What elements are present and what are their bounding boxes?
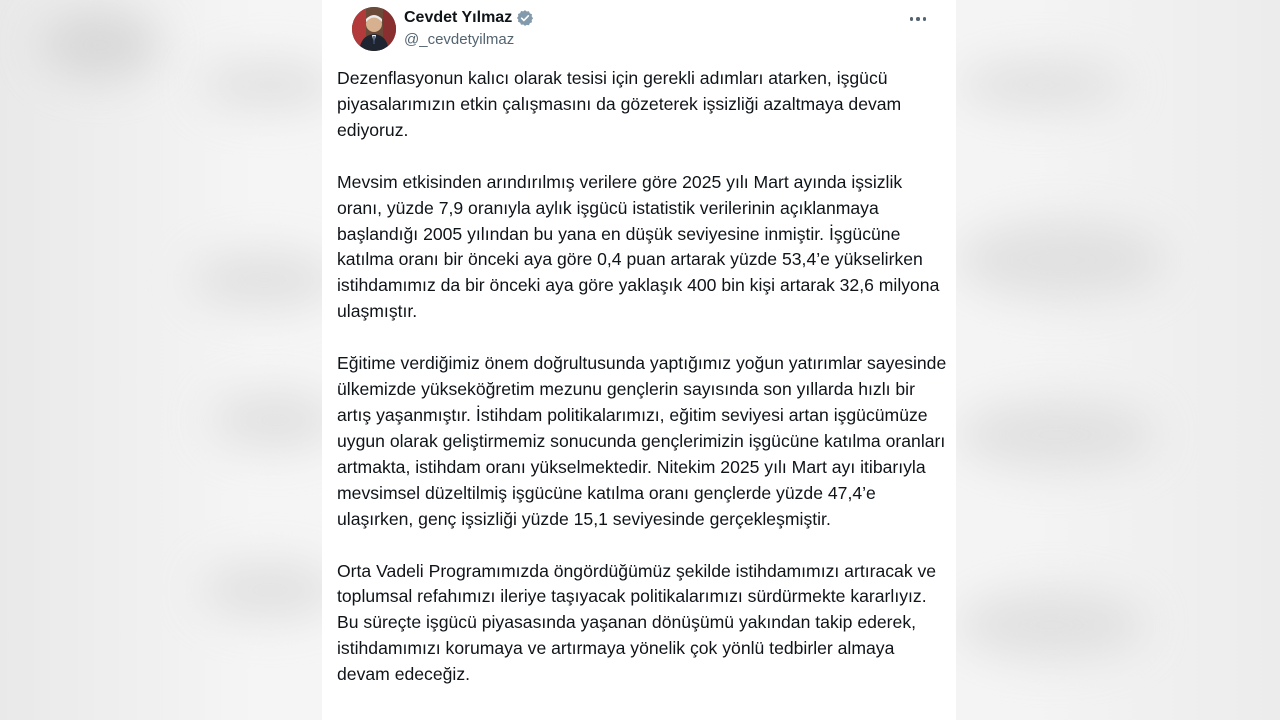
tweet-paragraph-4: Orta Vadeli Programımızda öngördüğümüz ş…	[337, 560, 937, 685]
avatar-portrait-icon	[352, 7, 396, 51]
blurred-background-right	[956, 0, 1280, 720]
tweet-body: Dezenflasyonun kalıcı olarak tesisi için…	[337, 66, 947, 714]
tweet-paragraph-3: Eğitime verdiğimiz önem doğrultusunda ya…	[337, 353, 947, 529]
author-avatar[interactable]	[352, 7, 396, 51]
author-name[interactable]: Cevdet Yılmaz	[404, 9, 512, 27]
tweet-paragraph-1: Dezenflasyonun kalıcı olarak tesisi için…	[337, 68, 902, 140]
author-name-row: Cevdet Yılmaz	[404, 9, 534, 27]
author-handle[interactable]: @_cevdetyilmaz	[404, 31, 514, 48]
more-horizontal-icon[interactable]	[908, 9, 928, 29]
tweet-paragraph-2: Mevsim etkisinden arındırılmış verilere …	[337, 171, 940, 322]
verified-badge-icon	[517, 10, 534, 26]
tweet-header: Cevdet Yılmaz @_cevdetyilmaz	[337, 0, 942, 60]
blurred-background-left	[0, 0, 322, 720]
tweet-card: Cevdet Yılmaz @_cevdetyilmaz Dezenflasyo…	[322, 0, 956, 720]
